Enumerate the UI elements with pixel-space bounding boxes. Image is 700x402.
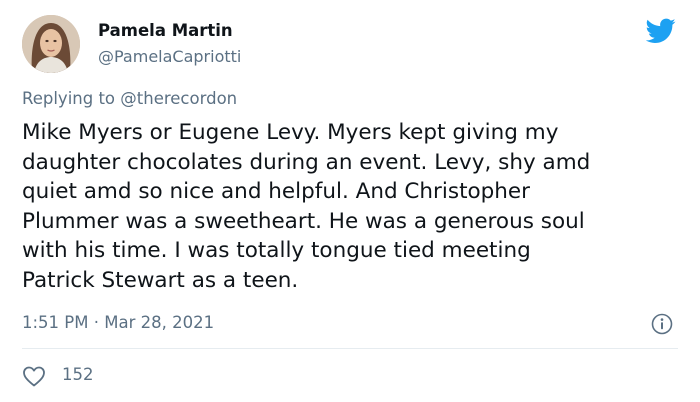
tweet-text: Mike Myers or Eugene Levy. Myers kept gi… — [22, 120, 591, 293]
heart-icon[interactable] — [22, 365, 46, 387]
avatar[interactable] — [22, 15, 80, 73]
author-handle[interactable]: @PamelaCapriotti — [98, 47, 241, 66]
info-icon[interactable] — [651, 313, 673, 335]
tweet-date[interactable]: Mar 28, 2021 — [104, 313, 214, 332]
author-name[interactable]: Pamela Martin — [98, 21, 233, 40]
divider — [22, 348, 678, 349]
tweet-card: Pamela Martin @PamelaCapriotti Replying … — [0, 0, 700, 402]
reply-mention-link[interactable]: @therecordon — [120, 89, 237, 108]
tweet-timestamp[interactable]: 1:51 PM · Mar 28, 2021 — [22, 313, 214, 332]
tweet-time[interactable]: 1:51 PM — [22, 313, 88, 332]
replying-to-label: Replying to — [22, 89, 121, 108]
like-count: 152 — [62, 365, 94, 384]
avatar-image — [22, 15, 80, 73]
replying-to: Replying to @therecordon — [22, 89, 237, 108]
twitter-bird-icon[interactable] — [646, 18, 676, 44]
timestamp-separator: · — [88, 313, 105, 332]
